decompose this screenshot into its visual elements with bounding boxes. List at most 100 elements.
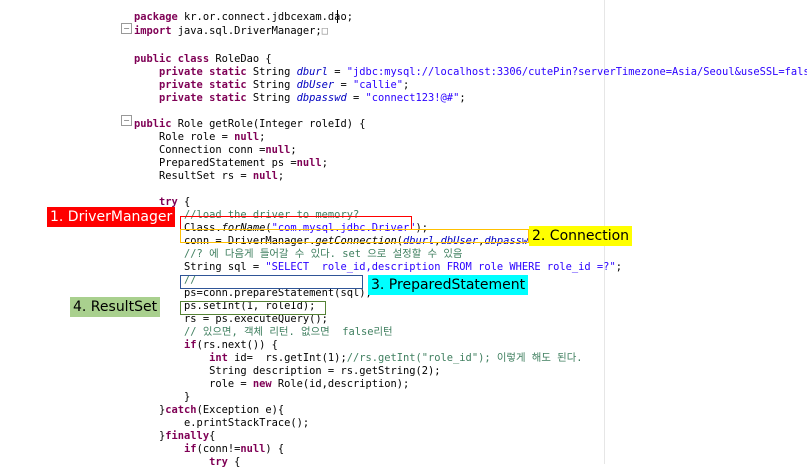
code-token: { <box>177 196 191 208</box>
code-token: } <box>134 404 166 416</box>
code-token: ps=conn.prepareStatement(sql); <box>134 287 372 299</box>
code-token: ) { <box>265 443 285 455</box>
code-token: Role(id,description); <box>277 378 410 390</box>
code-line[interactable]: Role role = null; <box>134 130 265 144</box>
code-token: try <box>134 456 235 468</box>
code-token: // 있으면, 객체 리턴. 없으면 false리턴 <box>134 326 393 338</box>
code-token: finally <box>165 430 210 442</box>
code-token: forName <box>221 222 266 234</box>
code-token: Role role = <box>134 131 235 143</box>
driver-manager-callout: 1. DriverManager <box>47 207 176 227</box>
fold-collapse-icon[interactable]: − <box>121 23 132 34</box>
code-line[interactable]: String description = rs.getString(2); <box>134 364 441 378</box>
code-token: ; <box>459 92 466 104</box>
code-token: ; <box>615 261 622 273</box>
code-line[interactable]: ResultSet rs = null; <box>134 169 284 183</box>
code-token: //? 에 다음게 들어갈 수 있다. set 으로 설정할 수 있음 <box>134 248 463 260</box>
code-token: String <box>252 79 297 91</box>
code-token: if <box>134 339 197 351</box>
code-token: conn = DriverManager. <box>134 235 316 247</box>
code-line[interactable]: ps.setInt(1, roleId); <box>134 299 315 313</box>
code-token: String description = rs.getString(2); <box>134 365 441 377</box>
code-token: null <box>265 144 291 156</box>
code-token: ResultSet rs = <box>134 170 253 182</box>
code-token: ; <box>290 144 297 156</box>
code-line[interactable]: private static String dburl = "jdbc:mysq… <box>134 65 807 79</box>
code-line[interactable]: package kr.or.connect.jdbcexam.dao; <box>134 10 353 24</box>
code-line[interactable]: ps=conn.prepareStatement(sql); <box>134 286 372 300</box>
code-token: (Exception e){ <box>196 404 285 416</box>
code-line[interactable]: }finally{ <box>134 429 215 443</box>
code-line[interactable]: rs = ps.executeQuery(); <box>134 312 328 326</box>
code-token: getConnection <box>315 235 397 247</box>
code-line[interactable]: public class RoleDao { <box>134 52 272 66</box>
code-line[interactable]: } <box>134 390 190 404</box>
code-token: } <box>134 430 166 442</box>
code-token: null <box>252 170 278 182</box>
collapsed-imports-icon[interactable]: □ <box>322 25 328 37</box>
code-token: ; <box>403 79 410 91</box>
code-line[interactable]: private static String dbpasswd = "connec… <box>134 91 466 105</box>
code-token: package <box>134 11 185 23</box>
code-token: { <box>234 456 241 468</box>
fold-collapse-icon[interactable]: − <box>121 115 132 126</box>
code-token: String sql = <box>134 261 266 273</box>
code-token: catch <box>165 404 197 416</box>
code-token: role = <box>134 378 253 390</box>
code-token: ps.setInt(1, roleId); <box>134 300 316 312</box>
code-line[interactable]: //? 에 다음게 들어갈 수 있다. set 으로 설정할 수 있음 <box>134 247 462 261</box>
code-line[interactable]: Connection conn =null; <box>134 143 297 157</box>
code-line[interactable]: conn = DriverManager.getConnection(dburl… <box>134 234 547 248</box>
code-token: public <box>134 118 178 130</box>
code-token: Connection conn = <box>134 144 266 156</box>
code-token: new <box>252 378 278 390</box>
code-token: "SELECT role_id,description FROM role WH… <box>265 261 616 273</box>
code-token: dbpasswd <box>296 92 347 104</box>
code-line[interactable]: e.printStackTrace(); <box>134 416 309 430</box>
code-line[interactable]: private static String dbUser = "callie"; <box>134 78 409 92</box>
code-token: String <box>252 66 297 78</box>
result-set-callout: 4. ResultSet <box>70 297 161 317</box>
code-line[interactable]: role = new Role(id,description); <box>134 377 409 391</box>
code-line[interactable]: try { <box>134 455 240 469</box>
code-token: dburl <box>403 235 435 247</box>
code-token: null <box>240 443 266 455</box>
code-token: null <box>234 131 260 143</box>
code-line[interactable]: public Role getRole(Integer roleId) { <box>134 117 365 131</box>
code-line[interactable]: if(conn!=null) { <box>134 442 284 456</box>
code-line[interactable]: PreparedStatement ps =null; <box>134 156 328 170</box>
code-token: { <box>209 430 216 442</box>
code-token: ; <box>259 131 266 143</box>
code-token: kr.or.connect.jdbcexam.dao; <box>184 11 353 23</box>
code-token: ); <box>415 222 429 234</box>
code-token: dburl <box>296 66 328 78</box>
code-token: = <box>327 66 347 78</box>
code-line[interactable]: // 있으면, 객체 리턴. 없으면 false리턴 <box>134 325 393 339</box>
code-line[interactable]: }catch(Exception e){ <box>134 403 284 417</box>
code-token: "connect123!@#" <box>365 92 460 104</box>
code-line[interactable]: if(rs.next()) { <box>134 338 278 352</box>
code-token: //rs.getInt("role_id"); 이렇게 해도 된다. <box>346 352 583 364</box>
code-token: import <box>134 25 178 37</box>
code-token: "jdbc:mysql://localhost:3306/cutePin?ser… <box>346 66 807 78</box>
code-line[interactable]: Class.forName("com.mysql.jdbc.Driver"); <box>134 221 428 235</box>
code-token: private static <box>134 79 253 91</box>
code-editor[interactable]: package kr.or.connect.jdbcexam.dao; impor… <box>0 0 807 468</box>
code-token: = <box>334 79 353 91</box>
code-line[interactable]: // <box>134 273 197 287</box>
code-token: rs = ps.executeQuery(); <box>134 313 328 325</box>
code-line[interactable]: import java.sql.DriverManager;□ <box>134 24 328 38</box>
code-token: private static <box>134 92 253 104</box>
code-token: id= rs.getInt(1); <box>234 352 347 364</box>
code-token: private static <box>134 66 253 78</box>
code-token: ; <box>321 157 328 169</box>
code-token: dbpasswd <box>484 235 535 247</box>
code-token: (rs.next()) { <box>196 339 278 351</box>
code-line[interactable]: int id= rs.getInt(1);//rs.getInt("role_i… <box>134 351 583 365</box>
code-token: e.printStackTrace(); <box>134 417 310 429</box>
prepared-statement-callout: 3. PreparedStatement <box>368 275 529 295</box>
code-line[interactable]: String sql = "SELECT role_id,description… <box>134 260 622 274</box>
connection-callout: 2. Connection <box>529 226 633 246</box>
code-token: } <box>134 391 191 403</box>
code-token: public class <box>134 53 216 65</box>
